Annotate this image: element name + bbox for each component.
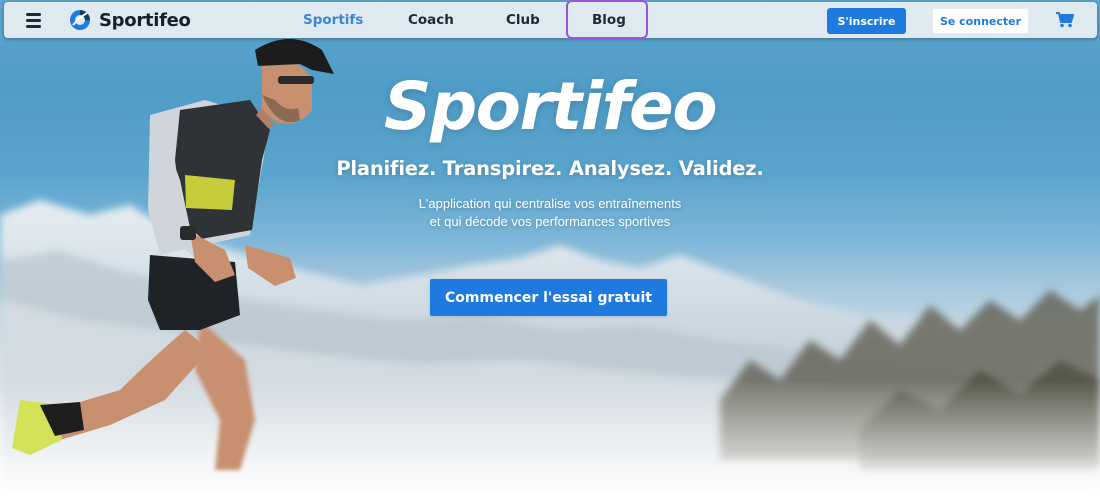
hero-description-line-1: L'application qui centralise vos entraîn… — [418, 196, 682, 211]
nav-link-blog[interactable]: Blog — [592, 12, 626, 28]
shopping-cart-icon[interactable] — [1056, 12, 1074, 28]
top-navbar: Sportifeo Sportifs Coach Club Blog S'ins… — [4, 0, 1097, 39]
hero-title: Sportifeo — [383, 68, 718, 145]
hero-description: L'application qui centralise vos entraîn… — [0, 195, 1100, 231]
signup-button[interactable]: S'inscrire — [827, 8, 906, 34]
start-free-trial-button[interactable]: Commencer l'essai gratuit — [430, 279, 667, 316]
hero-section: Sportifeo Sportifs Coach Club Blog S'ins… — [0, 0, 1100, 497]
nav-link-sportifs[interactable]: Sportifs — [303, 12, 363, 28]
nav-link-club[interactable]: Club — [506, 12, 540, 28]
nav-link-coach[interactable]: Coach — [408, 12, 454, 28]
login-button[interactable]: Se connecter — [932, 8, 1029, 34]
hero-tagline: Planifiez. Transpirez. Analysez. Validez… — [336, 157, 764, 180]
hero-description-line-2: et qui décode vos performances sportives — [429, 214, 671, 229]
